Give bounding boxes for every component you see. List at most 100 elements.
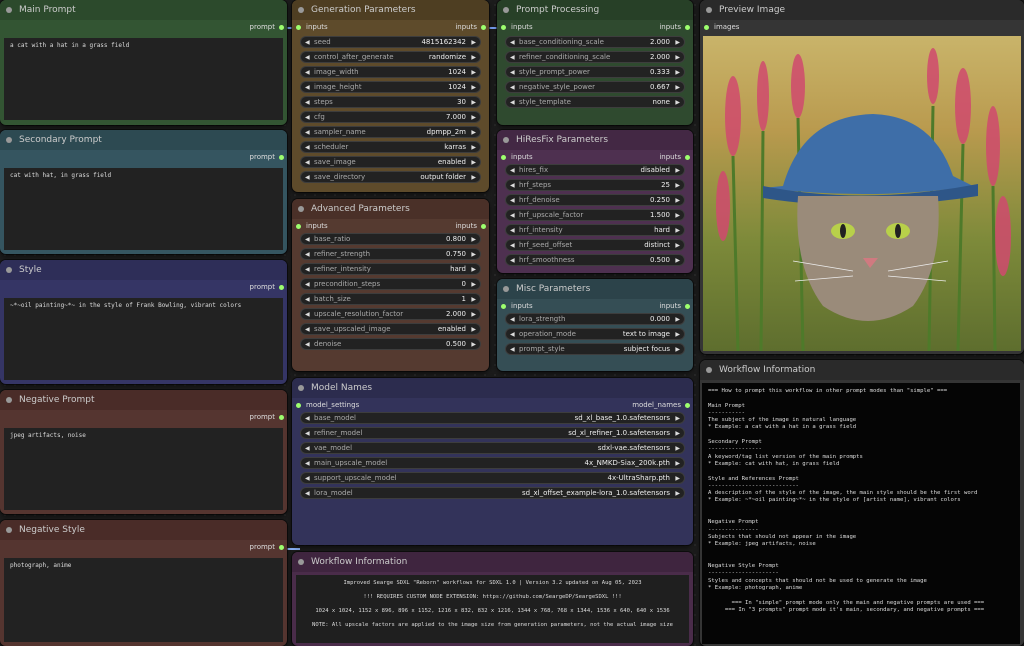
widget-sampler-name[interactable]: ◀ sampler_name dpmpp_2m ▶ [300,126,481,138]
increment-arrow-icon[interactable]: ▶ [471,82,476,93]
decrement-arrow-icon[interactable]: ◀ [510,240,515,251]
decrement-arrow-icon[interactable]: ◀ [305,413,310,424]
widget-image-width[interactable]: ◀ image_width 1024 ▶ [300,66,481,78]
prompt-processing-node[interactable]: Prompt Processing inputs inputs ◀ base_con… [497,0,693,125]
widget-refiner-strength[interactable]: ◀ refiner_strength 0.750 ▶ [300,248,481,260]
decrement-arrow-icon[interactable]: ◀ [305,112,310,123]
decrement-arrow-icon[interactable]: ◀ [305,279,310,290]
node-title[interactable]: HiResFix Parameters [497,130,693,150]
decrement-arrow-icon[interactable]: ◀ [305,157,310,168]
decrement-arrow-icon[interactable]: ◀ [510,225,515,236]
decrement-arrow-icon[interactable]: ◀ [305,339,310,350]
widget-refiner-conditioning-scale[interactable]: ◀ refiner_conditioning_scale 2.000 ▶ [505,51,685,63]
output-prompt[interactable]: prompt [0,280,287,294]
decrement-arrow-icon[interactable]: ◀ [305,249,310,260]
increment-arrow-icon[interactable]: ▶ [471,324,476,335]
decrement-arrow-icon[interactable]: ◀ [510,344,515,355]
model-names-node[interactable]: Model Names model_settings model_names ◀ b… [292,378,693,545]
widget-base-ratio[interactable]: ◀ base_ratio 0.800 ▶ [300,233,481,245]
increment-arrow-icon[interactable]: ▶ [675,225,680,236]
advanced-parameters-node[interactable]: Advanced Parameters inputs inputs ◀ base_r… [292,199,489,371]
increment-arrow-icon[interactable]: ▶ [675,473,680,484]
increment-arrow-icon[interactable]: ▶ [471,127,476,138]
widget-main-upscale-model[interactable]: ◀ main_upscale_model 4x_NMKD-Siax_200k.pth… [300,457,685,469]
decrement-arrow-icon[interactable]: ◀ [510,67,515,78]
negative-prompt-node[interactable]: Negative Prompt prompt jpeg artifacts, n… [0,390,287,514]
decrement-arrow-icon[interactable]: ◀ [510,314,515,325]
widget-vae-model[interactable]: ◀ vae_model sdxl-vae.safetensors ▶ [300,442,685,454]
widget-save-image[interactable]: ◀ save_image enabled ▶ [300,156,481,168]
widget-hrf-denoise[interactable]: ◀ hrf_denoise 0.250 ▶ [505,194,685,206]
input-pin[interactable] [501,304,506,309]
decrement-arrow-icon[interactable]: ◀ [305,473,310,484]
workflow-info-right-node[interactable]: Workflow Information === How to prompt t… [700,360,1024,646]
output-pin[interactable] [279,155,284,160]
increment-arrow-icon[interactable]: ▶ [675,67,680,78]
decrement-arrow-icon[interactable]: ◀ [305,97,310,108]
input-images[interactable]: images [700,20,1024,34]
main-prompt-node[interactable]: Main Prompt prompt a cat with a hat in a… [0,0,287,125]
output-pin[interactable] [685,304,690,309]
increment-arrow-icon[interactable]: ▶ [675,458,680,469]
preview-image-node[interactable]: Preview Image images [700,0,1024,354]
increment-arrow-icon[interactable]: ▶ [675,82,680,93]
increment-arrow-icon[interactable]: ▶ [675,97,680,108]
widget-precondition-steps[interactable]: ◀ precondition_steps 0 ▶ [300,278,481,290]
increment-arrow-icon[interactable]: ▶ [471,234,476,245]
decrement-arrow-icon[interactable]: ◀ [305,458,310,469]
decrement-arrow-icon[interactable]: ◀ [305,67,310,78]
increment-arrow-icon[interactable]: ▶ [675,329,680,340]
secondary-prompt-node[interactable]: Secondary Prompt prompt cat with hat, in… [0,130,287,254]
widget-lora-strength[interactable]: ◀ lora_strength 0.000 ▶ [505,313,685,325]
widget-support-upscale-model[interactable]: ◀ support_upscale_model 4x-UltraSharp.pth ▶ [300,472,685,484]
increment-arrow-icon[interactable]: ▶ [471,142,476,153]
decrement-arrow-icon[interactable]: ◀ [510,329,515,340]
increment-arrow-icon[interactable]: ▶ [675,413,680,424]
node-title[interactable]: Prompt Processing [497,0,693,20]
widget-style-template[interactable]: ◀ style_template none ▶ [505,96,685,108]
increment-arrow-icon[interactable]: ▶ [675,314,680,325]
info-textarea[interactable]: Improved Searge SDXL "Reborn" workflows … [296,575,689,643]
widget-hrf-smoothness[interactable]: ◀ hrf_smoothness 0.500 ▶ [505,254,685,266]
node-title[interactable]: Style [0,260,287,280]
decrement-arrow-icon[interactable]: ◀ [510,195,515,206]
output-pin[interactable] [481,224,486,229]
prompt-textarea[interactable]: jpeg artifacts, noise [4,428,283,510]
io-row[interactable]: inputs inputs [497,299,693,313]
generation-parameters-node[interactable]: Generation Parameters inputs inputs ◀ seed… [292,0,489,192]
increment-arrow-icon[interactable]: ▶ [471,52,476,63]
node-title[interactable]: Secondary Prompt [0,130,287,150]
decrement-arrow-icon[interactable]: ◀ [305,428,310,439]
node-title[interactable]: Advanced Parameters [292,199,489,219]
node-title[interactable]: Workflow Information [292,552,693,572]
decrement-arrow-icon[interactable]: ◀ [305,172,310,183]
io-row[interactable]: model_settings model_names [292,398,693,412]
widget-control-after-generate[interactable]: ◀ control_after_generate randomize ▶ [300,51,481,63]
input-pin[interactable] [501,25,506,30]
widget-hrf-steps[interactable]: ◀ hrf_steps 25 ▶ [505,179,685,191]
increment-arrow-icon[interactable]: ▶ [471,67,476,78]
widget-hrf-intensity[interactable]: ◀ hrf_intensity hard ▶ [505,224,685,236]
node-title[interactable]: Negative Style [0,520,287,540]
output-pin[interactable] [279,25,284,30]
decrement-arrow-icon[interactable]: ◀ [305,37,310,48]
decrement-arrow-icon[interactable]: ◀ [305,443,310,454]
increment-arrow-icon[interactable]: ▶ [675,195,680,206]
increment-arrow-icon[interactable]: ▶ [675,37,680,48]
output-prompt[interactable]: prompt [0,150,287,164]
output-prompt[interactable]: prompt [0,20,287,34]
workflow-info-bottom-node[interactable]: Workflow Information Improved Searge SDX… [292,552,693,646]
increment-arrow-icon[interactable]: ▶ [675,52,680,63]
increment-arrow-icon[interactable]: ▶ [675,210,680,221]
widget-base-conditioning-scale[interactable]: ◀ base_conditioning_scale 2.000 ▶ [505,36,685,48]
decrement-arrow-icon[interactable]: ◀ [305,309,310,320]
widget-save-upscaled-image[interactable]: ◀ save_upscaled_image enabled ▶ [300,323,481,335]
widget-style-prompt-power[interactable]: ◀ style_prompt_power 0.333 ▶ [505,66,685,78]
node-title[interactable]: Negative Prompt [0,390,287,410]
widget-hrf-seed-offset[interactable]: ◀ hrf_seed_offset distinct ▶ [505,239,685,251]
input-pin[interactable] [501,155,506,160]
widget-prompt-style[interactable]: ◀ prompt_style subject focus ▶ [505,343,685,355]
decrement-arrow-icon[interactable]: ◀ [305,127,310,138]
increment-arrow-icon[interactable]: ▶ [471,97,476,108]
widget-hires-fix[interactable]: ◀ hires_fix disabled ▶ [505,164,685,176]
